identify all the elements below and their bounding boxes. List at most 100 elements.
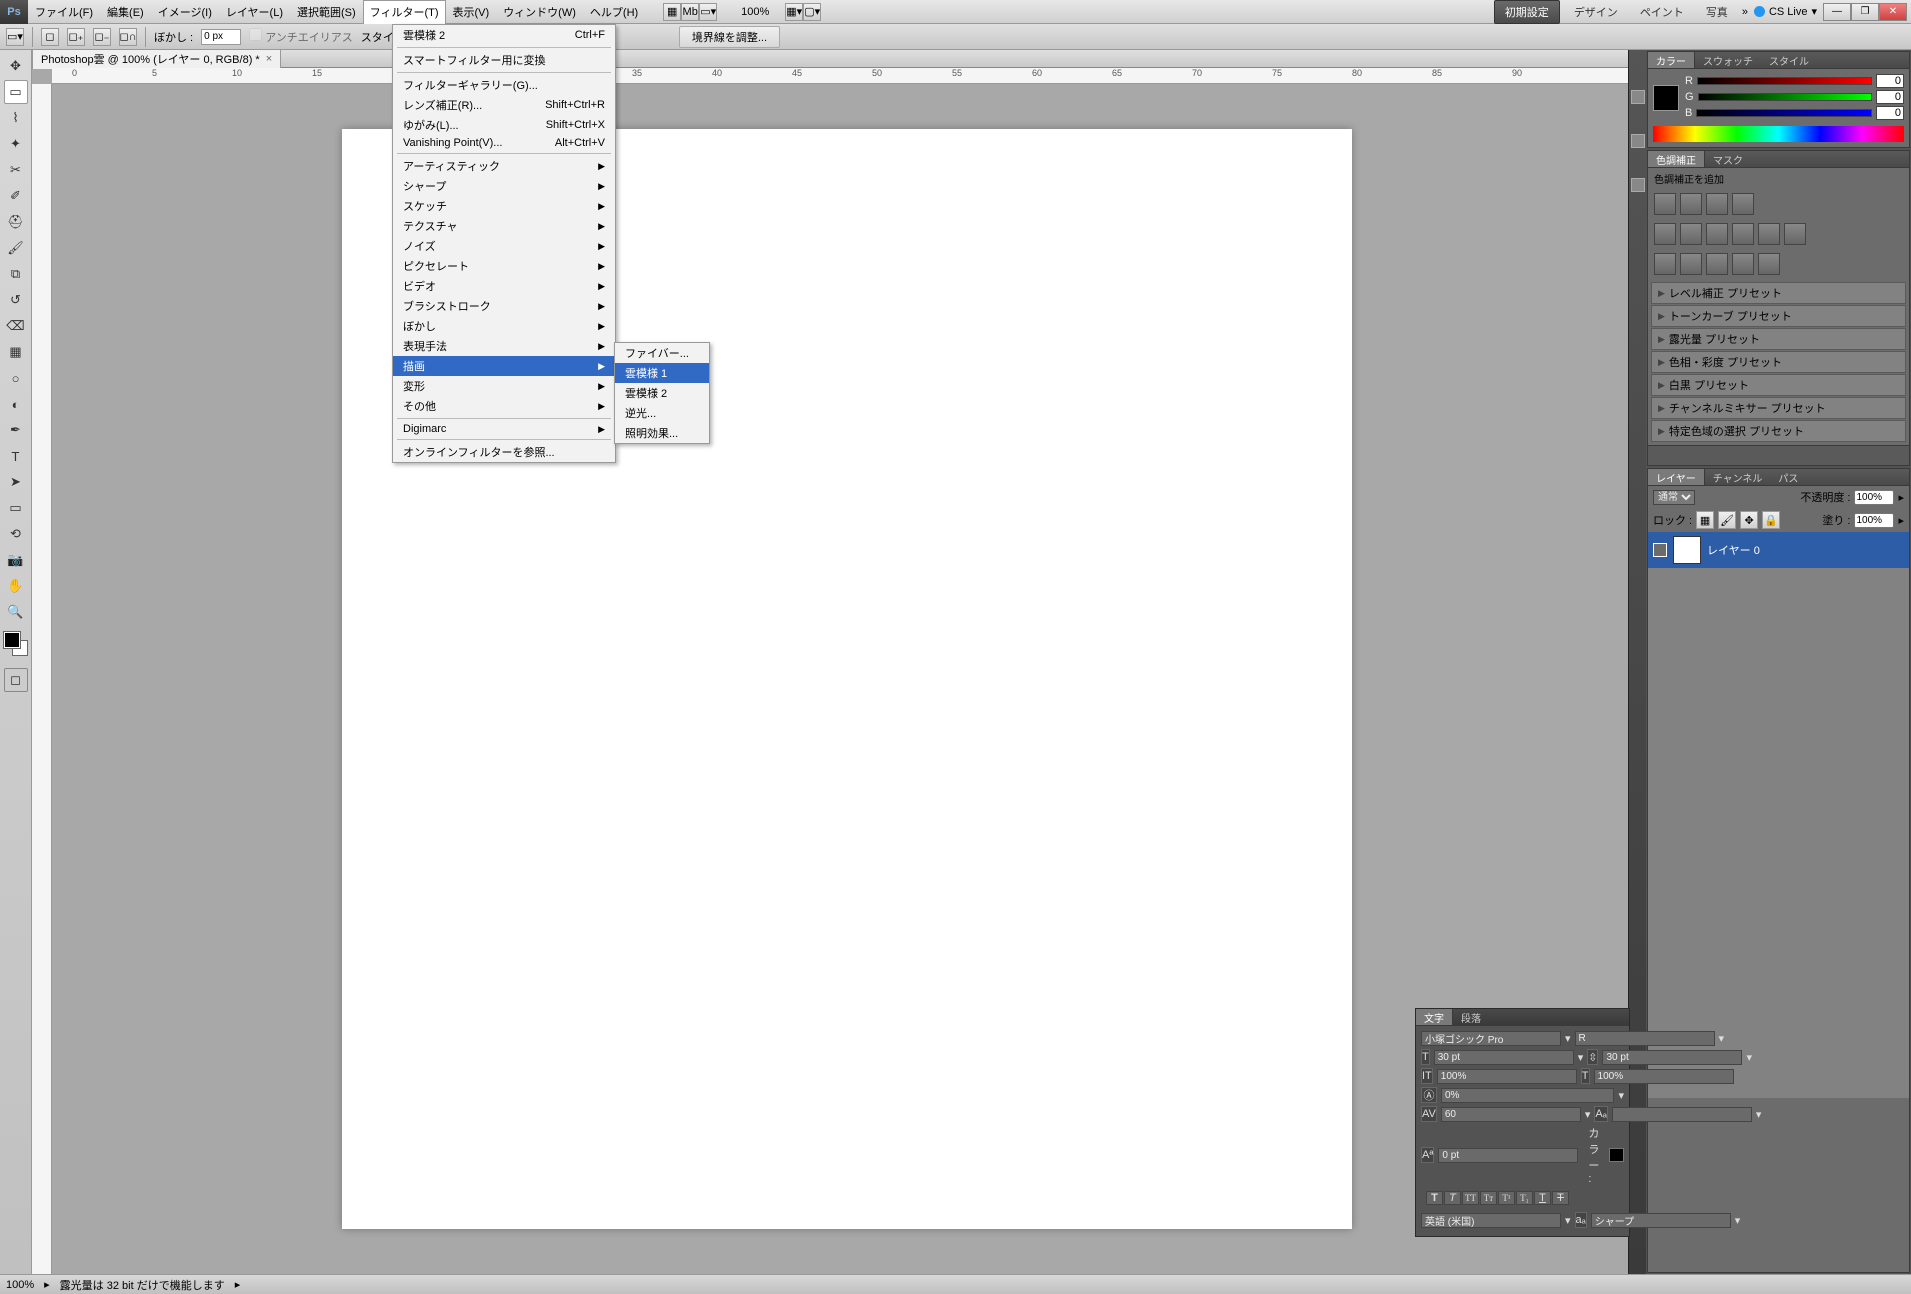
launch-minibridge-icon[interactable]: Mb xyxy=(681,3,699,21)
launch-bridge-icon[interactable]: ▦ xyxy=(663,3,681,21)
menu-row[interactable]: ゆがみ(L)...Shift+Ctrl+X xyxy=(393,115,615,135)
foreground-color-swatch[interactable] xyxy=(4,632,20,648)
adj-hue-icon[interactable] xyxy=(1680,223,1702,245)
adj-photo-filter-icon[interactable] xyxy=(1758,223,1780,245)
gradient-tool[interactable]: ▦ xyxy=(4,340,28,364)
g-value-input[interactable]: 0 xyxy=(1876,90,1904,104)
menu-cat[interactable]: ピクセレート▶ xyxy=(393,256,615,276)
lock-position-icon[interactable]: ✥ xyxy=(1740,511,1758,529)
eraser-tool[interactable]: ⌫ xyxy=(4,314,28,338)
adj-channel-mixer-icon[interactable] xyxy=(1784,223,1806,245)
dock-icon-1[interactable] xyxy=(1631,90,1645,104)
lock-transparency-icon[interactable]: ▦ xyxy=(1696,511,1714,529)
antialias-select[interactable] xyxy=(1591,1213,1731,1228)
arrange-documents-icon[interactable]: ▦▾ xyxy=(785,3,803,21)
tab-layers[interactable]: レイヤー xyxy=(1648,469,1705,485)
r-slider[interactable] xyxy=(1697,77,1872,85)
cs-live-button[interactable]: CS Live ▾ xyxy=(1754,5,1817,18)
tab-paragraph[interactable]: 段落 xyxy=(1453,1009,1489,1025)
allcaps-button[interactable]: TT xyxy=(1462,1191,1479,1205)
shape-tool[interactable]: ▭ xyxy=(4,496,28,520)
workspace-paint-button[interactable]: ペイント xyxy=(1632,1,1692,23)
adj-curves-icon[interactable] xyxy=(1706,193,1728,215)
menu-4[interactable]: 選択範囲(S) xyxy=(290,0,363,24)
smallcaps-button[interactable]: Tᴛ xyxy=(1480,1191,1497,1205)
menu-6[interactable]: 表示(V) xyxy=(446,0,497,24)
tab-adjustments[interactable]: 色調補正 xyxy=(1648,151,1705,167)
clone-stamp-tool[interactable]: ⧉ xyxy=(4,262,28,286)
layers-empty-area[interactable] xyxy=(1648,568,1909,1098)
character-panel[interactable]: 文字 段落 ▾ ▾ T▾ ⇳▾ IT T Ⓐ▾ AV▾ Aₐ▾ Aª カラー :… xyxy=(1415,1008,1630,1237)
tab-swatches[interactable]: スウォッチ xyxy=(1695,52,1761,68)
adj-vibrance-icon[interactable] xyxy=(1654,223,1676,245)
view-extras-icon[interactable]: ▭▾ xyxy=(699,3,717,21)
foreground-color-large[interactable] xyxy=(1653,85,1679,111)
menu-row[interactable]: フィルターギャラリー(G)... xyxy=(393,75,615,95)
menu-7[interactable]: ウィンドウ(W) xyxy=(496,0,583,24)
dock-icon-2[interactable] xyxy=(1631,134,1645,148)
font-size-input[interactable] xyxy=(1434,1050,1574,1065)
document-tab[interactable]: Photoshop雲 @ 100% (レイヤー 0, RGB/8) * × xyxy=(32,50,281,69)
type-tool[interactable]: T xyxy=(4,444,28,468)
adj-levels-icon[interactable] xyxy=(1680,193,1702,215)
menu-cat[interactable]: 変形▶ xyxy=(393,376,615,396)
selection-intersect-icon[interactable]: ◻∩ xyxy=(119,28,137,46)
menu-cat[interactable]: アーティスティック▶ xyxy=(393,156,615,176)
submenu-item[interactable]: 雲模様 2 xyxy=(615,383,709,403)
lasso-tool[interactable]: ⌇ xyxy=(4,106,28,130)
leading-input[interactable] xyxy=(1602,1050,1742,1065)
menu-cat[interactable]: ぼかし▶ xyxy=(393,316,615,336)
menu-cat[interactable]: ノイズ▶ xyxy=(393,236,615,256)
menu-convert-smart[interactable]: スマートフィルター用に変換 xyxy=(393,50,615,70)
3d-camera-tool[interactable]: 📷 xyxy=(4,548,28,572)
tracking-input[interactable] xyxy=(1441,1088,1614,1103)
adj-color-balance-icon[interactable] xyxy=(1706,223,1728,245)
strike-button[interactable]: T xyxy=(1552,1191,1569,1205)
superscript-button[interactable]: T¹ xyxy=(1498,1191,1515,1205)
spectrum-bar[interactable] xyxy=(1653,126,1904,142)
adj-exposure-icon[interactable] xyxy=(1732,193,1754,215)
eyedropper-tool[interactable]: ✐ xyxy=(4,184,28,208)
menu-cat[interactable]: ブラシストローク▶ xyxy=(393,296,615,316)
preset-item[interactable]: ▶色相・彩度 プリセット xyxy=(1651,351,1906,373)
lock-pixels-icon[interactable]: 🖌 xyxy=(1718,511,1736,529)
zoom-tool[interactable]: 🔍 xyxy=(4,600,28,624)
submenu-item[interactable]: ファイバー... xyxy=(615,343,709,363)
menu-cat[interactable]: シャープ▶ xyxy=(393,176,615,196)
baseline-input[interactable] xyxy=(1438,1148,1578,1163)
menu-cat[interactable]: ビデオ▶ xyxy=(393,276,615,296)
tab-character[interactable]: 文字 xyxy=(1416,1009,1453,1025)
crop-tool[interactable]: ✂ xyxy=(4,158,28,182)
move-tool[interactable]: ✥ xyxy=(4,54,28,78)
adj-posterize-icon[interactable] xyxy=(1680,253,1702,275)
vscale-input[interactable] xyxy=(1437,1069,1577,1084)
fill-input[interactable] xyxy=(1854,513,1894,528)
submenu-item[interactable]: 照明効果... xyxy=(615,423,709,443)
kerning-input[interactable] xyxy=(1441,1107,1581,1122)
preset-item[interactable]: ▶チャンネルミキサー プリセット xyxy=(1651,397,1906,419)
menu-last-filter[interactable]: 雲模様 2Ctrl+F xyxy=(393,25,615,45)
workspace-more-icon[interactable]: » xyxy=(1742,6,1748,18)
font-style-select[interactable] xyxy=(1575,1031,1715,1046)
vertical-ruler[interactable] xyxy=(32,84,52,1274)
dock-icon-3[interactable] xyxy=(1631,178,1645,192)
screen-mode-icon[interactable]: ▢▾ xyxy=(803,3,821,21)
menu-1[interactable]: 編集(E) xyxy=(100,0,151,24)
hscale-input[interactable] xyxy=(1594,1069,1734,1084)
tab-paths[interactable]: パス xyxy=(1770,469,1806,485)
adj-bw-icon[interactable] xyxy=(1732,223,1754,245)
adj-threshold-icon[interactable] xyxy=(1706,253,1728,275)
menu-3[interactable]: レイヤー(L) xyxy=(219,0,290,24)
preset-item[interactable]: ▶レベル補正 プリセット xyxy=(1651,282,1906,304)
underline-button[interactable]: T xyxy=(1534,1191,1551,1205)
menu-browse-filters[interactable]: オンラインフィルターを参照... xyxy=(393,442,615,462)
layer-name[interactable]: レイヤー 0 xyxy=(1707,542,1760,558)
preset-item[interactable]: ▶トーンカーブ プリセット xyxy=(1651,305,1906,327)
menu-0[interactable]: ファイル(F) xyxy=(28,0,100,24)
magic-wand-tool[interactable]: ✦ xyxy=(4,132,28,156)
tab-mask[interactable]: マスク xyxy=(1705,151,1751,167)
preset-item[interactable]: ▶特定色域の選択 プリセット xyxy=(1651,420,1906,442)
close-button[interactable]: ✕ xyxy=(1879,3,1907,21)
workspace-initial-button[interactable]: 初期設定 xyxy=(1494,0,1560,24)
b-slider[interactable] xyxy=(1696,109,1872,117)
